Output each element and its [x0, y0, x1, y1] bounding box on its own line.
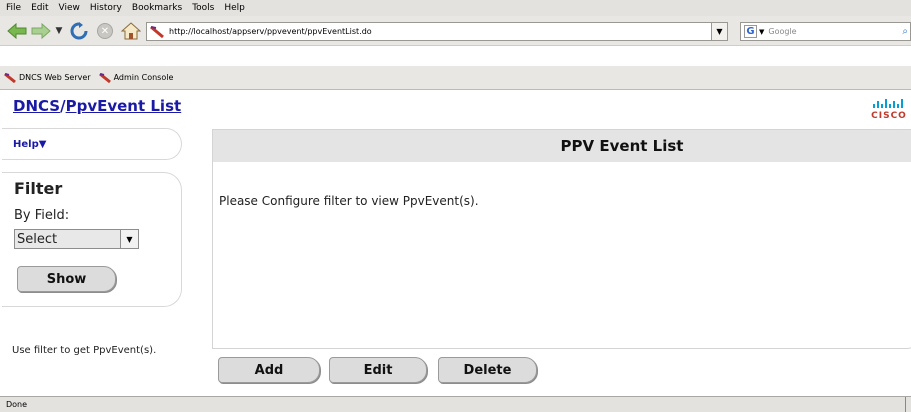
- url-dropdown-icon[interactable]: ▼: [711, 22, 728, 41]
- menu-bar: File Edit View History Bookmarks Tools H…: [0, 0, 911, 16]
- panel-header: PPV Event List: [213, 130, 911, 162]
- add-button[interactable]: Add: [218, 357, 320, 383]
- home-icon[interactable]: [120, 21, 142, 41]
- browser-window: File Edit View History Bookmarks Tools H…: [0, 0, 911, 412]
- menu-view[interactable]: View: [59, 3, 80, 13]
- url-text: http://localhost/appserv/ppvevent/ppvEve…: [169, 27, 372, 36]
- search-input[interactable]: Google: [768, 27, 902, 36]
- cisco-logo: CISCO: [870, 99, 908, 123]
- show-button[interactable]: Show: [17, 266, 116, 292]
- filter-field-select[interactable]: Select ▼: [14, 229, 139, 249]
- bookmark-label: Admin Console: [113, 73, 174, 82]
- resize-grip[interactable]: [905, 397, 911, 412]
- filter-title: Filter: [14, 179, 63, 198]
- filter-by-field-label: By Field:: [14, 208, 70, 223]
- site-favicon-icon: [149, 24, 165, 40]
- help-menu[interactable]: Help▼: [2, 128, 182, 160]
- filter-hint: Use filter to get PpvEvent(s).: [12, 345, 157, 356]
- filter-select-value: Select: [17, 231, 58, 247]
- page-content: DNCS/PpvEvent List CISCO Help▼ Filter By…: [0, 91, 911, 397]
- panel-message: Please Configure filter to view PpvEvent…: [219, 194, 479, 208]
- breadcrumb: DNCS/PpvEvent List: [13, 97, 181, 115]
- forward-arrow-icon[interactable]: [30, 21, 52, 41]
- feather-icon: [98, 72, 111, 83]
- cisco-bars-icon: [870, 99, 908, 111]
- url-bar[interactable]: http://localhost/appserv/ppvevent/ppvEve…: [146, 22, 726, 41]
- breadcrumb-dncs-link[interactable]: DNCS: [13, 97, 60, 115]
- menu-tools[interactable]: Tools: [192, 3, 214, 13]
- navigation-toolbar: ▼ ✕ http://localhost/appserv/ppvevent/pp…: [0, 16, 911, 46]
- back-arrow-icon[interactable]: [6, 21, 28, 41]
- chevron-down-icon[interactable]: ▼: [120, 230, 138, 248]
- history-dropdown-icon[interactable]: ▼: [53, 21, 65, 41]
- bookmark-admin-console[interactable]: Admin Console: [98, 72, 174, 83]
- breadcrumb-ppvevent-list-link[interactable]: PpvEvent List: [66, 97, 182, 115]
- feather-icon: [4, 72, 16, 83]
- search-icon[interactable]: ⌕: [902, 26, 908, 37]
- menu-file[interactable]: File: [6, 3, 21, 13]
- search-engine-icon[interactable]: G: [744, 25, 757, 38]
- filter-panel: Filter By Field: Select ▼ Show: [2, 172, 182, 307]
- menu-edit[interactable]: Edit: [31, 3, 48, 13]
- menu-help[interactable]: Help: [224, 3, 245, 13]
- delete-button[interactable]: Delete: [438, 357, 537, 383]
- ppv-event-list-panel: PPV Event List Please Configure filter t…: [212, 129, 911, 349]
- status-bar: Done: [0, 396, 911, 412]
- bookmark-label: DNCS Web Server: [19, 73, 91, 82]
- edit-button[interactable]: Edit: [329, 357, 427, 383]
- reload-icon[interactable]: [68, 21, 90, 41]
- status-text: Done: [6, 400, 28, 409]
- help-label[interactable]: Help▼: [13, 139, 46, 150]
- panel-title: PPV Event List: [560, 137, 684, 155]
- bookmarks-toolbar: DNCS Web Server Admin Console: [0, 66, 911, 90]
- bookmark-dncs-web-server[interactable]: DNCS Web Server: [4, 72, 91, 83]
- menu-history[interactable]: History: [90, 3, 122, 13]
- menu-bookmarks[interactable]: Bookmarks: [132, 3, 182, 13]
- search-engine-dropdown-icon[interactable]: ▼: [759, 28, 764, 36]
- stop-icon[interactable]: ✕: [94, 21, 116, 41]
- cisco-wordmark: CISCO: [871, 111, 907, 121]
- search-box[interactable]: G ▼ Google ⌕: [740, 22, 911, 41]
